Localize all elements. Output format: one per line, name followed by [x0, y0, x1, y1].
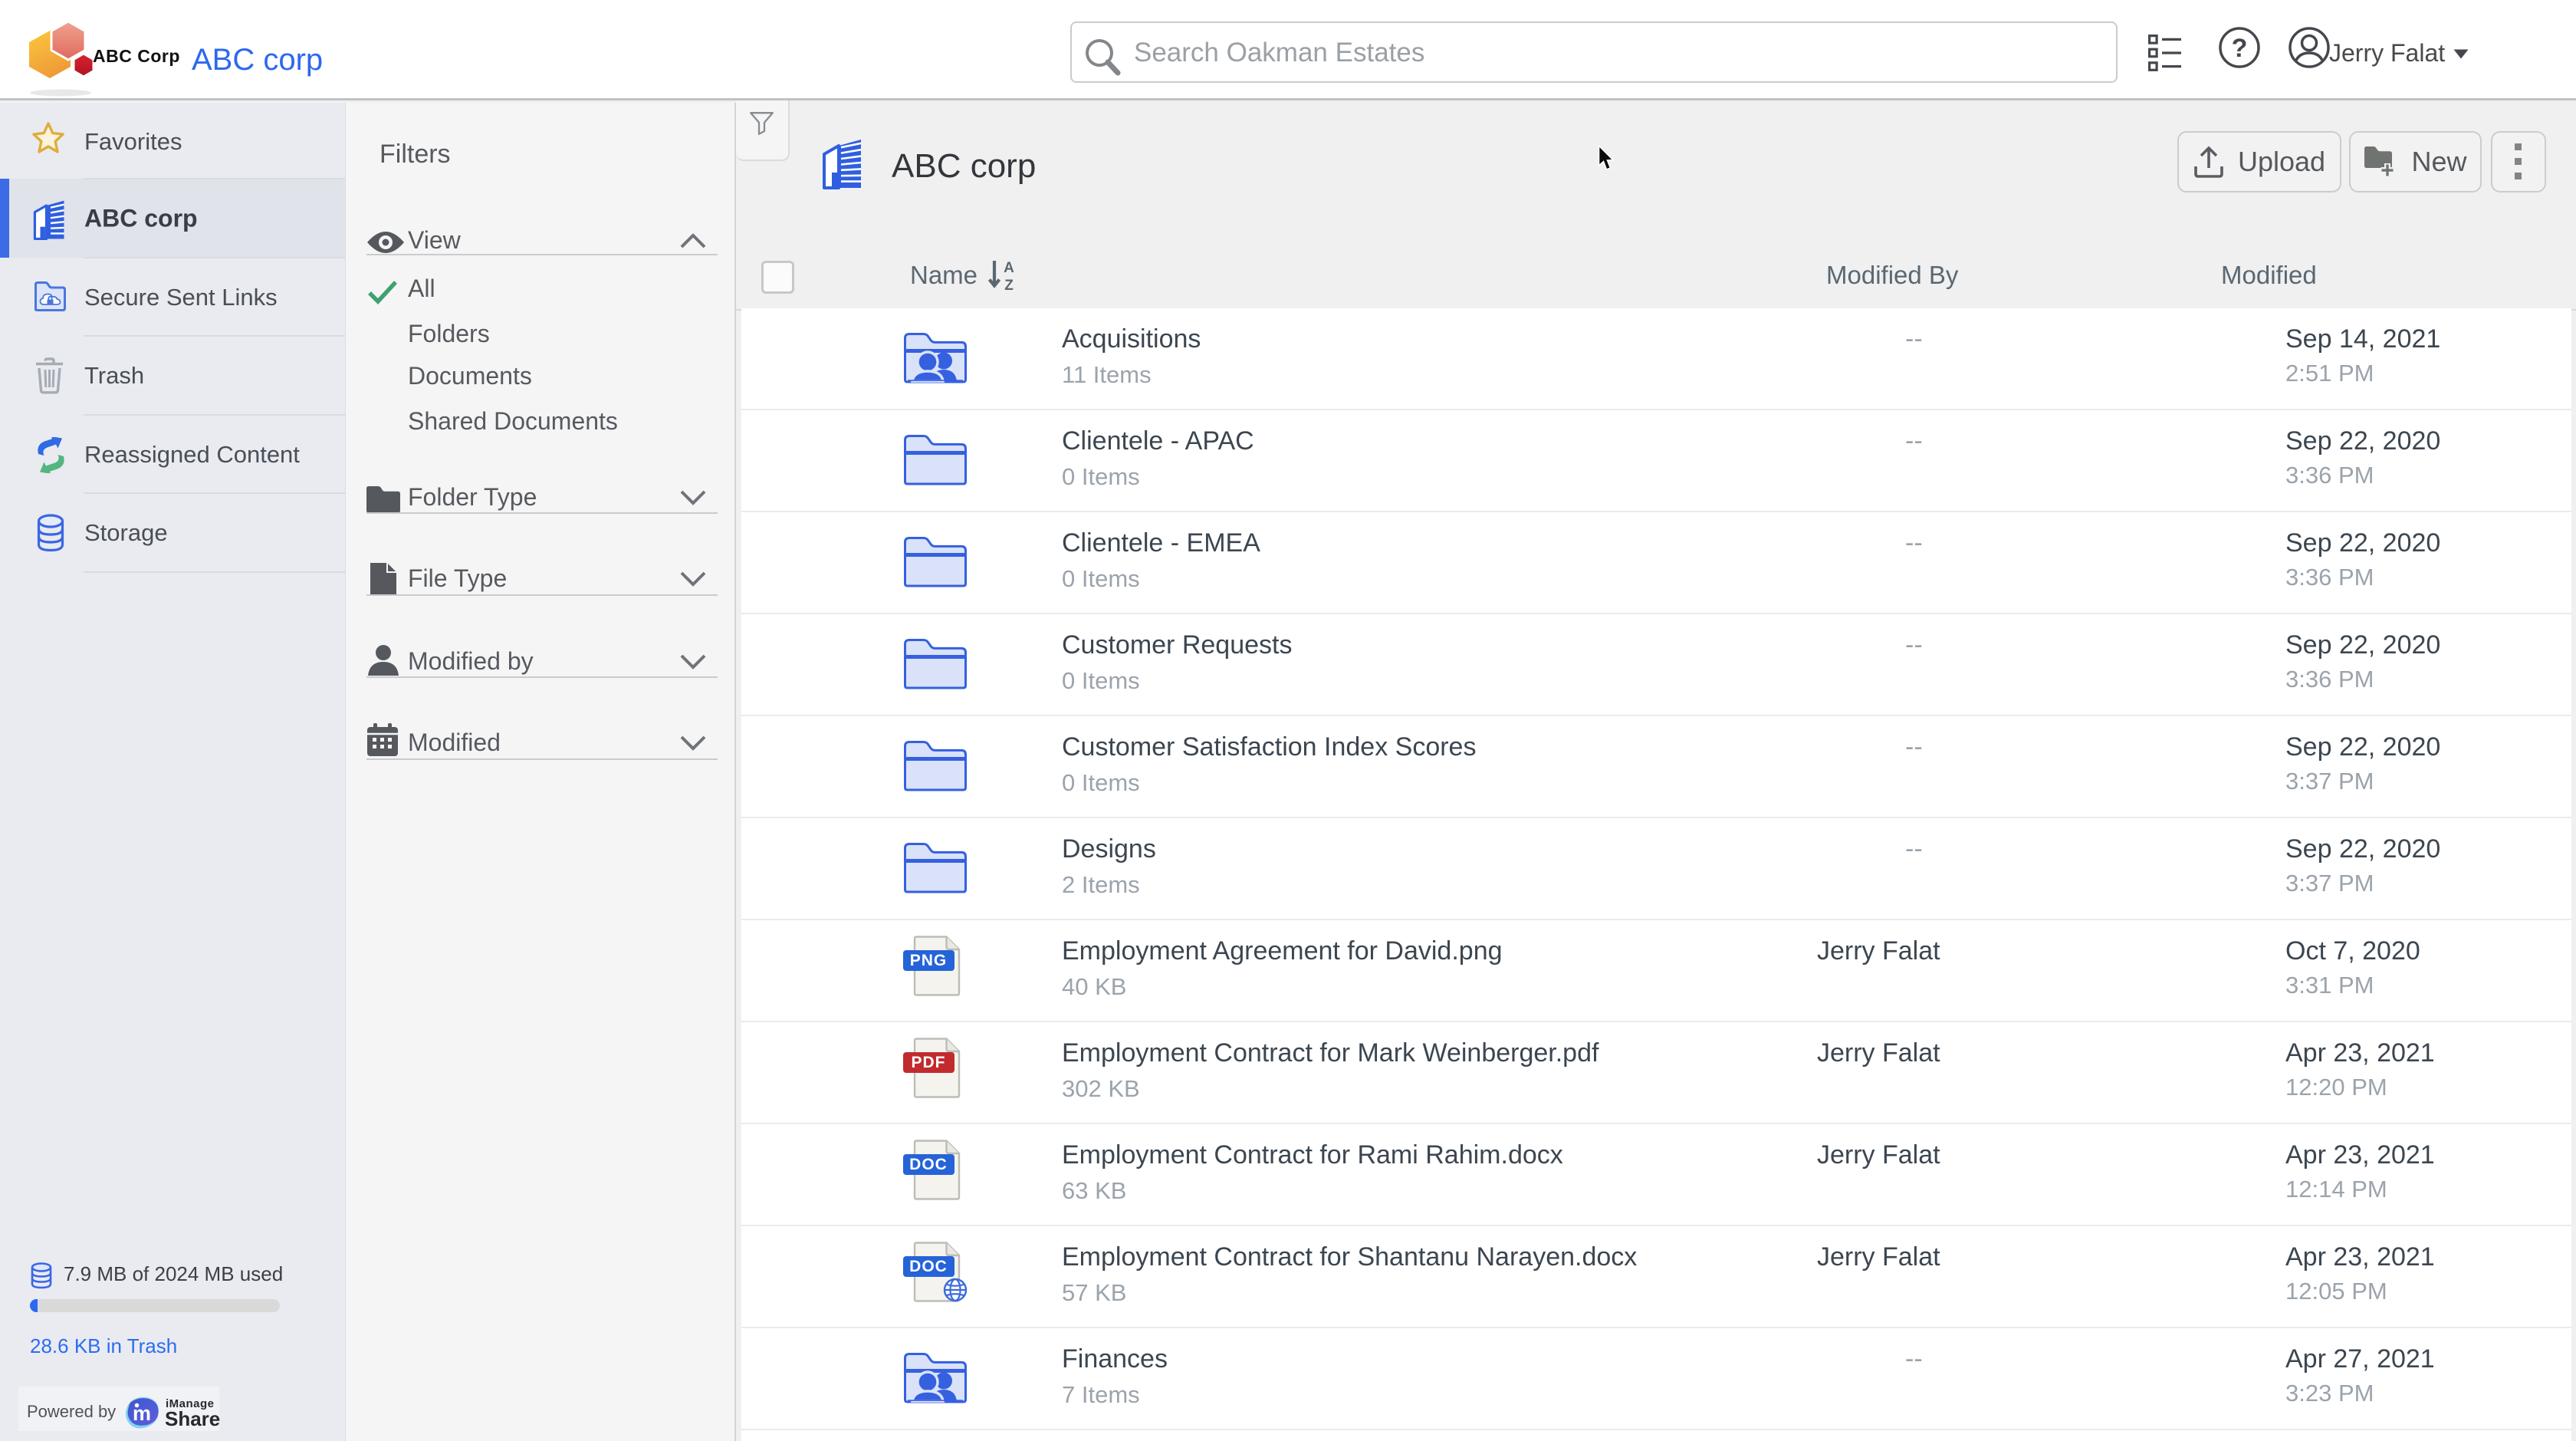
svg-text:DOC: DOC [909, 1156, 948, 1173]
svg-text:?: ? [2232, 34, 2248, 63]
svg-text:PDF: PDF [912, 1054, 946, 1071]
svg-text:m: m [133, 1402, 151, 1425]
svg-text:PNG: PNG [910, 952, 948, 969]
svg-text:Z: Z [1004, 278, 1014, 291]
svg-text:A: A [1004, 260, 1014, 276]
svg-text:DOC: DOC [909, 1258, 948, 1275]
